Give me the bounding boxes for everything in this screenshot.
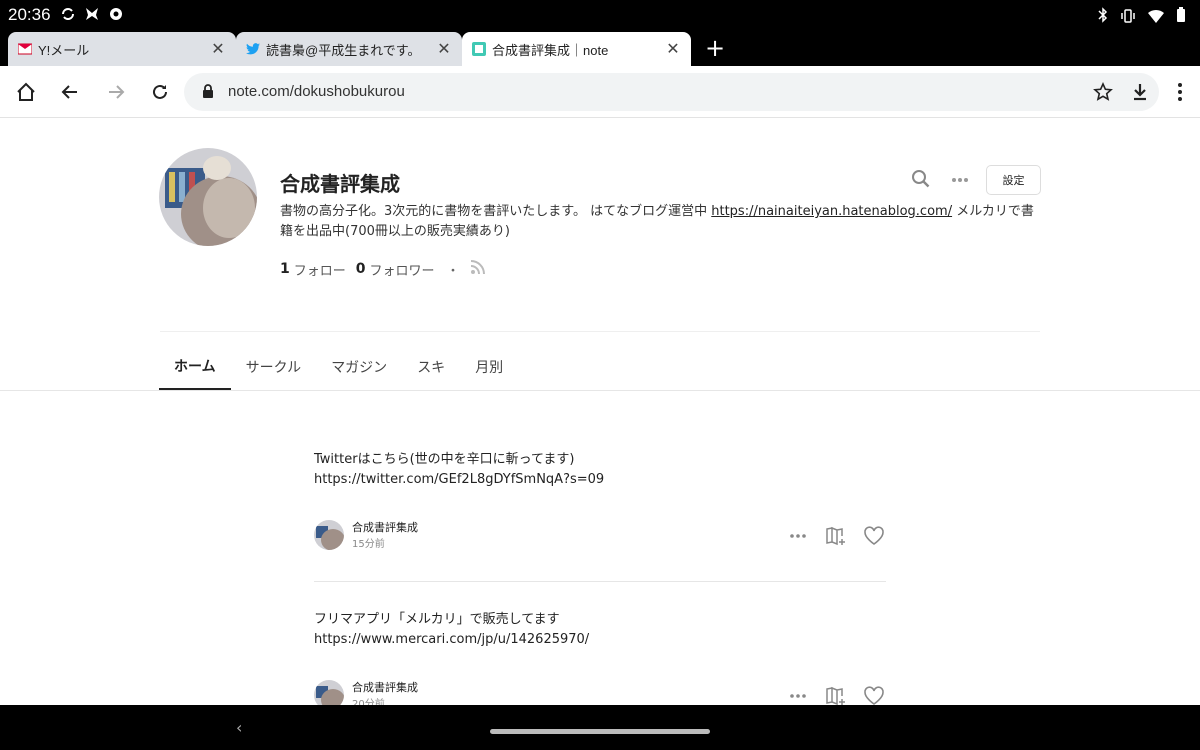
close-icon[interactable]: ✕ xyxy=(665,39,681,59)
bookmark-button[interactable] xyxy=(1091,80,1115,104)
new-tab-button[interactable]: + xyxy=(702,35,728,61)
battery-icon xyxy=(1176,7,1186,27)
settings-button[interactable]: 設定 xyxy=(986,165,1041,195)
tab-likes[interactable]: スキ xyxy=(402,344,460,390)
post-meta: 合成書評集成 20分前 xyxy=(314,680,418,705)
browser-tab-strip: Y!メール ✕ 読書梟@平成生まれです。 ✕ 合成書評集成｜note ✕ + xyxy=(0,30,1200,66)
address-bar[interactable]: note.com/dokushobukurou xyxy=(184,73,1159,111)
post-item[interactable]: Twitterはこちら(世の中を辛口に斬ってます) https://twitte… xyxy=(314,450,886,560)
browser-menu-button[interactable] xyxy=(1168,80,1192,104)
following-label[interactable]: フォロー xyxy=(294,260,346,279)
post-time: 15分前 xyxy=(352,538,385,550)
status-bar: 20:36 xyxy=(0,0,1200,30)
post-body: Twitterはこちら(世の中を辛口に斬ってます) https://twitte… xyxy=(314,452,605,487)
ellipsis-icon[interactable] xyxy=(786,524,810,548)
wifi-icon xyxy=(1148,8,1164,27)
tab-monthly[interactable]: 月別 xyxy=(460,344,518,390)
twitter-icon xyxy=(246,42,260,56)
following-count[interactable]: 1 xyxy=(280,261,290,277)
profile-name: 合成書評集成 xyxy=(280,172,400,196)
notification-icons xyxy=(60,6,124,22)
tab-ymail[interactable]: Y!メール ✕ xyxy=(8,32,236,66)
kebab-menu-icon xyxy=(1178,83,1182,101)
download-button[interactable] xyxy=(1128,80,1152,104)
followers-count[interactable]: 0 xyxy=(356,261,366,277)
add-to-magazine-icon[interactable] xyxy=(824,684,848,705)
heart-icon[interactable] xyxy=(862,524,886,548)
tab-title: Y!メール xyxy=(38,42,90,58)
post-body: フリマアプリ「メルカリ」で販売してます https://www.mercari.… xyxy=(314,612,590,647)
reload-button[interactable] xyxy=(148,80,172,104)
bio-text: 書物の高分子化。3次元的に書物を書評いたします。 はてなブログ運営中 xyxy=(280,204,712,219)
home-gesture-pill[interactable] xyxy=(490,729,710,734)
search-icon xyxy=(912,170,930,188)
profile-stats: 1 フォロー 0 フォロワー ・ xyxy=(280,259,486,279)
post-time: 20分前 xyxy=(352,698,385,706)
back-button[interactable] xyxy=(58,80,82,104)
author-avatar[interactable] xyxy=(314,520,344,550)
author-avatar[interactable] xyxy=(314,680,344,705)
note-icon xyxy=(472,42,486,56)
ellipsis-icon xyxy=(952,178,968,182)
post-actions xyxy=(786,684,886,705)
post-meta: 合成書評集成 15分前 xyxy=(314,520,418,550)
tab-circle[interactable]: サークル xyxy=(231,344,317,390)
tab-title: 合成書評集成｜note xyxy=(492,42,609,58)
heart-icon[interactable] xyxy=(862,684,886,705)
close-icon[interactable]: ✕ xyxy=(210,39,226,59)
reload-icon xyxy=(153,84,167,99)
forward-button[interactable] xyxy=(104,80,128,104)
tab-magazine[interactable]: マガジン xyxy=(316,344,402,390)
tab-note[interactable]: 合成書評集成｜note ✕ xyxy=(462,32,691,66)
separator-dot: ・ xyxy=(446,263,460,279)
lock-icon xyxy=(202,84,214,103)
profile-bio: 書物の高分子化。3次元的に書物を書評いたします。 はてなブログ運営中 https… xyxy=(280,202,1040,242)
post-actions xyxy=(786,524,886,548)
rss-icon[interactable] xyxy=(470,259,486,279)
add-to-magazine-icon[interactable] xyxy=(824,524,848,548)
system-nav-bar: ‹ xyxy=(0,705,1200,750)
author-name[interactable]: 合成書評集成 xyxy=(352,521,418,535)
more-options-button[interactable] xyxy=(948,170,972,190)
home-button[interactable] xyxy=(14,80,38,104)
profile-avatar xyxy=(159,148,257,246)
divider xyxy=(160,331,1040,332)
browser-toolbar: note.com/dokushobukurou xyxy=(0,66,1200,118)
ymail-icon xyxy=(18,42,32,56)
bluetooth-icon xyxy=(1098,7,1108,27)
post-item[interactable]: フリマアプリ「メルカリ」で販売してます https://www.mercari.… xyxy=(314,610,886,705)
home-icon xyxy=(17,82,35,101)
download-icon xyxy=(1134,84,1146,101)
system-icons xyxy=(1098,7,1186,27)
profile-tabs: ホーム サークル マガジン スキ 月別 xyxy=(159,344,518,390)
followers-label[interactable]: フォロワー xyxy=(370,260,435,279)
close-icon[interactable]: ✕ xyxy=(436,39,452,59)
nav-back-icon[interactable]: ‹ xyxy=(236,718,242,737)
ellipsis-icon[interactable] xyxy=(786,684,810,705)
tab-twitter[interactable]: 読書梟@平成生まれです。 ✕ xyxy=(236,32,462,66)
tab-title: 読書梟@平成生まれです。 xyxy=(266,42,421,58)
sync-icon xyxy=(60,6,76,22)
author-name[interactable]: 合成書評集成 xyxy=(352,681,418,695)
app-notification-icon xyxy=(84,6,100,22)
tab-home[interactable]: ホーム xyxy=(159,344,231,390)
search-button[interactable] xyxy=(911,169,933,191)
star-icon xyxy=(1093,82,1113,101)
divider xyxy=(314,581,886,582)
arrow-right-icon xyxy=(109,85,125,99)
url-text: note.com/dokushobukurou xyxy=(228,83,405,100)
divider xyxy=(0,390,1200,391)
vibrate-icon xyxy=(1120,8,1136,27)
badge-icon xyxy=(108,6,124,22)
arrow-left-icon xyxy=(61,85,77,99)
blog-link[interactable]: https://nainaiteiyan.hatenablog.com/ xyxy=(711,204,952,219)
status-time: 20:36 xyxy=(8,5,51,24)
